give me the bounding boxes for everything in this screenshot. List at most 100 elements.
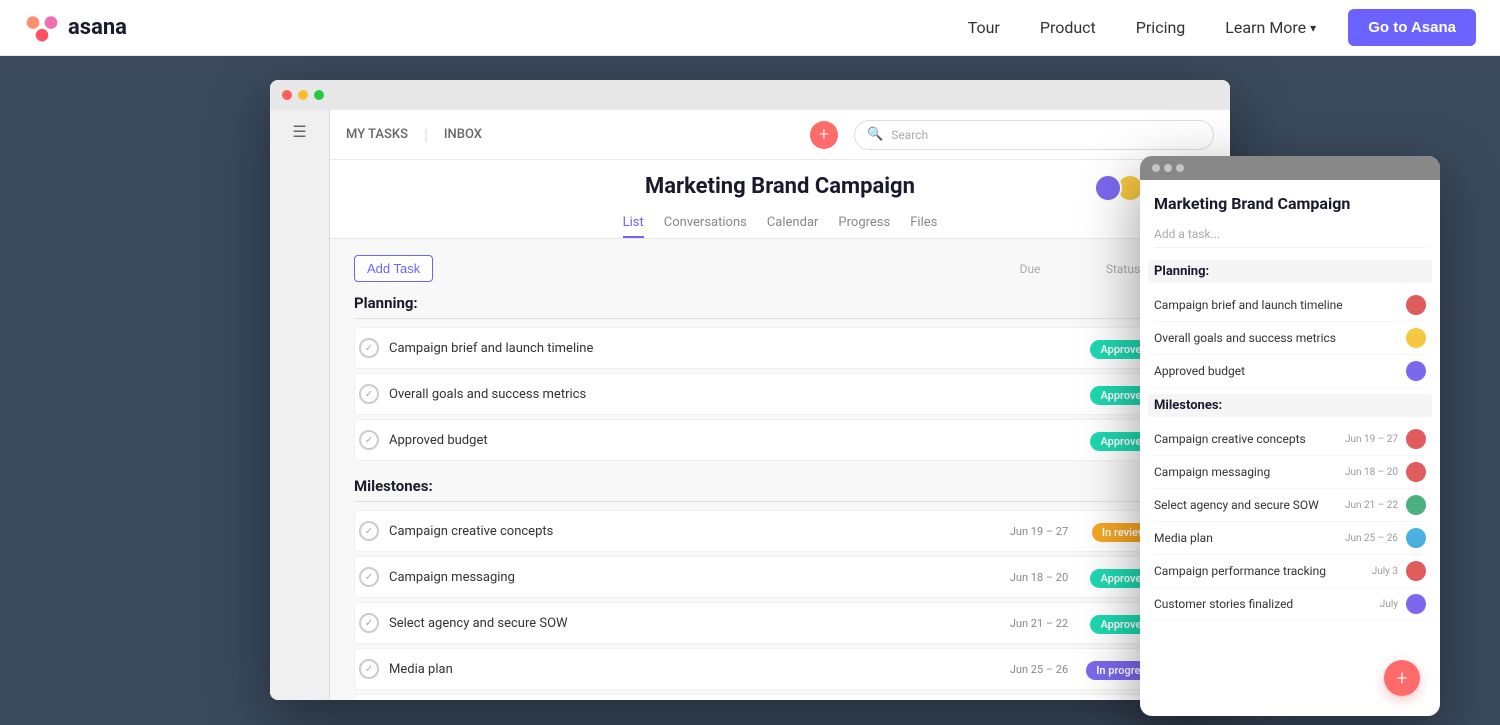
task-row[interactable]: ✓ Campaign creative concepts Jun 19 – 27… [354, 510, 1206, 552]
mobile-task-row[interactable]: Select agency and secure SOW Jun 21 – 22 [1154, 489, 1426, 522]
mobile-dot-3 [1176, 164, 1184, 172]
task-row[interactable]: ✓ Approved budget Approved [354, 419, 1206, 461]
task-name: Campaign brief and launch timeline [389, 341, 999, 356]
mobile-avatar [1406, 561, 1426, 581]
mobile-section-planning: Planning: [1148, 260, 1432, 283]
task-name: Campaign messaging [389, 570, 999, 585]
task-row[interactable]: ✓ Campaign brief and launch timeline App… [354, 327, 1206, 369]
task-checkbox[interactable]: ✓ [359, 521, 379, 541]
task-row[interactable]: ✓ Campaign performance tracking Jul 3 In… [354, 694, 1206, 700]
main-area: ☰ MY TASKS | INBOX + 🔍 Search [0, 56, 1500, 725]
mobile-panel: Marketing Brand Campaign Add a task... P… [1140, 156, 1440, 716]
window-maximize-dot [314, 90, 324, 100]
task-checkbox[interactable]: ✓ [359, 384, 379, 404]
mobile-task-name: Campaign messaging [1154, 465, 1337, 479]
mobile-chrome [1140, 156, 1440, 180]
search-placeholder: Search [891, 128, 928, 142]
task-checkbox[interactable]: ✓ [359, 613, 379, 633]
go-to-asana-button[interactable]: Go to Asana [1348, 9, 1476, 46]
mobile-avatar [1406, 495, 1426, 515]
app-topbar: MY TASKS | INBOX + 🔍 Search [330, 110, 1230, 160]
project-tabs: List Conversations Calendar Progress Fil… [350, 209, 1210, 238]
mobile-task-row[interactable]: Overall goals and success metrics [1154, 322, 1426, 355]
task-due: Jun 21 – 22 [999, 617, 1079, 630]
mobile-avatar [1406, 361, 1426, 381]
project-header: Marketing Brand Campaign + List Conversa… [330, 160, 1230, 239]
mobile-task-row[interactable]: Campaign messaging Jun 18 – 20 [1154, 456, 1426, 489]
chevron-down-icon: ▾ [1310, 21, 1316, 35]
mobile-dot-2 [1164, 164, 1172, 172]
task-row[interactable]: ✓ Select agency and secure SOW Jun 21 – … [354, 602, 1206, 644]
mobile-avatar [1406, 462, 1426, 482]
mobile-task-name: Customer stories finalized [1154, 597, 1372, 611]
task-checkbox[interactable]: ✓ [359, 567, 379, 587]
tab-files[interactable]: Files [910, 209, 937, 238]
mobile-avatar [1406, 594, 1426, 614]
task-checkbox[interactable]: ✓ [359, 430, 379, 450]
nav-learn-more[interactable]: Learn More ▾ [1225, 18, 1316, 37]
task-due: Jun 18 – 20 [999, 571, 1079, 584]
tab-conversations[interactable]: Conversations [664, 209, 747, 238]
nav-pricing[interactable]: Pricing [1136, 18, 1186, 37]
task-list: Add Task Due Status 👤 Planning: ✓ Campai… [330, 239, 1230, 700]
mobile-task-name: Media plan [1154, 531, 1337, 545]
app-content: MY TASKS | INBOX + 🔍 Search Marketing Br… [330, 110, 1230, 700]
nav-links: Tour Product Pricing Learn More ▾ [968, 18, 1317, 37]
tab-list[interactable]: List [623, 209, 644, 238]
mobile-task-date: July 3 [1372, 566, 1398, 577]
app-sidebar: ☰ [270, 110, 330, 700]
nav-product[interactable]: Product [1040, 18, 1096, 37]
mobile-task-row[interactable]: Media plan Jun 25 – 26 [1154, 522, 1426, 555]
asana-logo-icon [24, 10, 60, 46]
task-checkbox[interactable]: ✓ [359, 338, 379, 358]
task-checkbox[interactable]: ✓ [359, 659, 379, 679]
mobile-task-row[interactable]: Campaign performance tracking July 3 [1154, 555, 1426, 588]
nav-tour[interactable]: Tour [968, 18, 1000, 37]
tab-calendar[interactable]: Calendar [767, 209, 819, 238]
mobile-avatar [1406, 429, 1426, 449]
logo-text: asana [68, 15, 127, 40]
mobile-add-task-field[interactable]: Add a task... [1154, 221, 1426, 248]
add-task-button[interactable]: + [810, 121, 838, 149]
mobile-task-name: Select agency and secure SOW [1154, 498, 1337, 512]
mobile-content: Marketing Brand Campaign Add a task... P… [1140, 180, 1440, 716]
task-name: Overall goals and success metrics [389, 387, 999, 402]
mobile-task-date: Jun 21 – 22 [1345, 500, 1398, 511]
window-chrome [270, 80, 1230, 110]
task-due: Jun 19 – 27 [999, 525, 1079, 538]
tab-progress[interactable]: Progress [838, 209, 890, 238]
mobile-task-name: Campaign performance tracking [1154, 564, 1364, 578]
app-inner: ☰ MY TASKS | INBOX + 🔍 Search [270, 110, 1230, 700]
task-row[interactable]: ✓ Campaign messaging Jun 18 – 20 Approve… [354, 556, 1206, 598]
task-list-header: Add Task Due Status 👤 [354, 255, 1206, 282]
mobile-task-row[interactable]: Campaign creative concepts Jun 19 – 27 [1154, 423, 1426, 456]
top-navigation: asana Tour Product Pricing Learn More ▾ … [0, 0, 1500, 56]
project-title: Marketing Brand Campaign [350, 174, 1210, 199]
search-bar[interactable]: 🔍 Search [854, 120, 1214, 150]
mobile-task-row[interactable]: Approved budget [1154, 355, 1426, 388]
mobile-avatar [1406, 328, 1426, 348]
my-tasks-link[interactable]: MY TASKS [346, 127, 408, 142]
mobile-task-date: Jun 19 – 27 [1345, 434, 1398, 445]
section-planning: Planning: [354, 294, 1206, 319]
avatar-1 [1094, 174, 1122, 202]
mobile-task-row[interactable]: Campaign brief and launch timeline [1154, 289, 1426, 322]
task-row[interactable]: ✓ Media plan Jun 25 – 26 In progress [354, 648, 1206, 690]
task-name: Media plan [389, 662, 999, 677]
task-row[interactable]: ✓ Overall goals and success metrics Appr… [354, 373, 1206, 415]
add-task-button-main[interactable]: Add Task [354, 255, 433, 282]
mobile-project-title: Marketing Brand Campaign [1154, 194, 1426, 213]
logo[interactable]: asana [24, 10, 127, 46]
due-header: Due [990, 262, 1070, 276]
task-name: Approved budget [389, 433, 999, 448]
inbox-link[interactable]: INBOX [444, 127, 482, 142]
mobile-fab-button[interactable]: + [1384, 660, 1420, 696]
task-due: Jun 25 – 26 [999, 663, 1079, 676]
mobile-task-date: Jun 18 – 20 [1345, 467, 1398, 478]
mobile-avatar [1406, 528, 1426, 548]
mobile-dot-1 [1152, 164, 1160, 172]
search-icon: 🔍 [867, 127, 883, 142]
mobile-task-row[interactable]: Customer stories finalized July [1154, 588, 1426, 621]
window-close-dot [282, 90, 292, 100]
hamburger-menu-icon[interactable]: ☰ [292, 122, 306, 141]
